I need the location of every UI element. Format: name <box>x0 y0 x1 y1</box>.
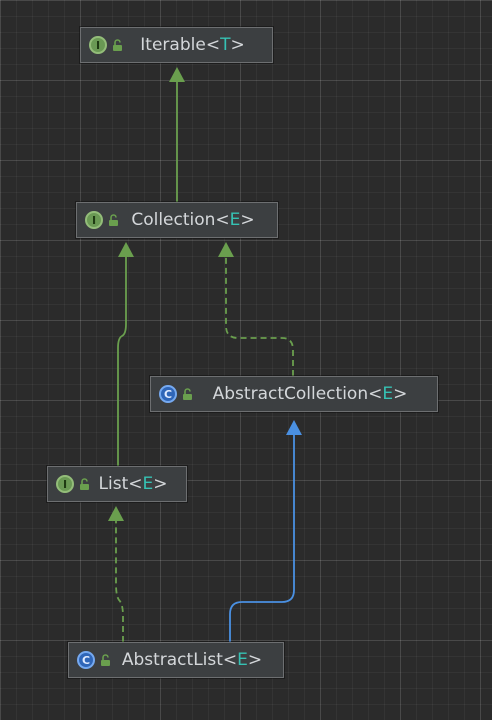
inheritance-arrowhead <box>169 67 185 82</box>
edge-collection-extends-iterable[interactable] <box>169 67 185 202</box>
node-label: Iterable<T> <box>140 35 245 55</box>
node-label: List<E> <box>98 474 168 494</box>
inheritance-arrowhead <box>218 242 234 257</box>
class-name: List <box>98 474 129 494</box>
edge-line <box>115 517 124 642</box>
edge-abstract_collection-implements-collection[interactable] <box>218 242 294 376</box>
edge-list-extends-collection[interactable] <box>117 242 134 466</box>
type-parameter: E <box>229 210 241 230</box>
node-label: AbstractCollection<E> <box>212 384 408 404</box>
public-lock-icon <box>183 387 192 400</box>
node-list[interactable]: I List<E> <box>47 466 187 502</box>
inheritance-arrowhead <box>108 506 124 521</box>
class-name: Collection <box>131 210 216 230</box>
node-abstract-list[interactable]: C AbstractList<E> <box>68 642 284 678</box>
class-icon: C <box>159 385 177 403</box>
node-label: AbstractList<E> <box>121 650 263 670</box>
edge-line <box>117 253 127 466</box>
uml-diagram-canvas[interactable]: I Iterable<T> I Collection<E> C Abstract… <box>0 0 492 720</box>
node-iterable[interactable]: I Iterable<T> <box>80 27 273 63</box>
edge-line <box>225 253 294 376</box>
relationship-edges <box>108 67 302 642</box>
public-lock-icon <box>80 477 89 490</box>
type-parameter: E <box>142 474 154 494</box>
edge-abstract_list-extends-abstract_collection[interactable] <box>229 420 302 642</box>
type-parameter: T <box>220 35 231 55</box>
interface-icon: I <box>56 475 74 493</box>
class-icon: C <box>77 651 95 669</box>
public-lock-icon <box>109 213 118 226</box>
interface-icon: I <box>85 211 103 229</box>
type-parameter: E <box>382 384 394 404</box>
class-name: AbstractList <box>121 650 223 670</box>
public-lock-icon <box>113 38 122 51</box>
node-label: Collection<E> <box>131 210 255 230</box>
public-lock-icon <box>101 653 110 666</box>
node-collection[interactable]: I Collection<E> <box>76 202 278 238</box>
node-abstract-collection[interactable]: C AbstractCollection<E> <box>150 376 438 412</box>
interface-icon: I <box>89 36 107 54</box>
edge-abstract_list-implements-list[interactable] <box>108 506 124 642</box>
inheritance-arrowhead <box>118 242 134 257</box>
class-name: AbstractCollection <box>212 384 369 404</box>
edge-line <box>229 431 295 642</box>
inheritance-arrowhead <box>286 420 302 435</box>
type-parameter: E <box>237 650 248 670</box>
class-name: Iterable <box>140 35 206 55</box>
